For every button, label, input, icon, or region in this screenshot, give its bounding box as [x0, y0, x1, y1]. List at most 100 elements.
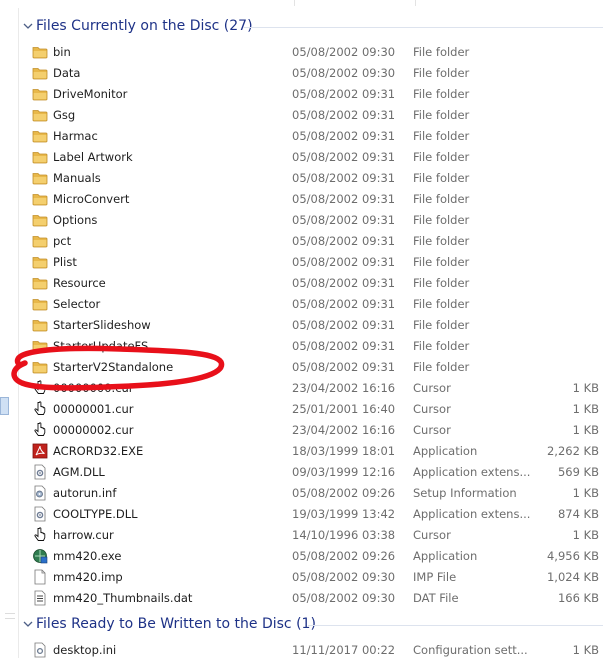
file-type: Application extens...: [413, 465, 531, 479]
file-size: 569 KB: [557, 465, 599, 479]
file-row-bin[interactable]: bin 05/08/2002 09:30 File folder: [30, 42, 603, 63]
file-type: Cursor: [413, 423, 451, 437]
date-modified: 05/08/2002 09:31: [292, 255, 396, 269]
folder-icon: [32, 191, 48, 207]
file-type: File folder: [413, 129, 470, 143]
folder-icon: [32, 149, 48, 165]
file-size: 1 KB: [572, 643, 599, 657]
tree-lines: [5, 613, 15, 623]
group-header-current-files[interactable]: Files Currently on the Disc (27): [18, 16, 603, 38]
group-divider: [243, 27, 603, 28]
file-size: 1,024 KB: [546, 570, 599, 584]
folder-icon: [32, 170, 48, 186]
file-type: File folder: [413, 213, 470, 227]
folder-icon: [32, 233, 48, 249]
file-row-acrord32-exe[interactable]: ACRORD32.EXE 18/03/1999 18:01 Application 2…: [30, 441, 603, 462]
file-row-pct[interactable]: pct 05/08/2002 09:31 File folder: [30, 231, 603, 252]
file-row-starterupdatefs[interactable]: StarterUpdateFS 05/08/2002 09:31 File fold…: [30, 336, 603, 357]
scroll-thumb[interactable]: [0, 397, 9, 415]
file-row-resource[interactable]: Resource 05/08/2002 09:31 File folder: [30, 273, 603, 294]
file-name: StarterUpdateFS: [53, 339, 149, 353]
file-row-mm420-exe[interactable]: mm420.exe 05/08/2002 09:26 Application 4,95…: [30, 546, 603, 567]
chevron-down-icon[interactable]: [23, 619, 33, 629]
file-type: File folder: [413, 360, 470, 374]
date-modified: 05/08/2002 09:31: [292, 276, 396, 290]
top-strip: [0, 0, 603, 8]
file-type: File folder: [413, 234, 470, 248]
date-modified: 05/08/2002 09:31: [292, 87, 396, 101]
folder-icon: [32, 107, 48, 123]
file-name: Gsg: [53, 108, 76, 122]
file-row-selector[interactable]: Selector 05/08/2002 09:31 File folder: [30, 294, 603, 315]
folder-icon: [32, 254, 48, 270]
file-type: Setup Information: [413, 486, 517, 500]
file-name: Harmac: [53, 129, 98, 143]
file-size: 166 KB: [557, 591, 599, 605]
file-row-autorun-inf[interactable]: autorun.inf 05/08/2002 09:26 Setup Informa…: [30, 483, 603, 504]
group-title: Files Currently on the Disc (27): [36, 18, 253, 34]
file-row-mm420-thumbnails-dat[interactable]: mm420_Thumbnails.dat 05/08/2002 09:30 DAT …: [30, 588, 603, 609]
file-name: Plist: [53, 255, 77, 269]
file-type: Cursor: [413, 528, 451, 542]
file-row-options[interactable]: Options 05/08/2002 09:31 File folder: [30, 210, 603, 231]
group-header-pending-files[interactable]: Files Ready to Be Written to the Disc (1…: [18, 614, 603, 636]
file-row-label-artwork[interactable]: Label Artwork 05/08/2002 09:31 File folder: [30, 147, 603, 168]
file-row-starterv2standalone[interactable]: StarterV2Standalone 05/08/2002 09:31 File …: [30, 357, 603, 378]
file-row-agm-dll[interactable]: AGM.DLL 09/03/1999 12:16 Application exten…: [30, 462, 603, 483]
folder-icon: [32, 359, 48, 375]
chevron-down-icon[interactable]: [23, 21, 33, 31]
file-row-00000000-cur[interactable]: 00000000.cur 23/04/2002 16:16 Cursor 1 KB: [30, 378, 603, 399]
file-row-data[interactable]: Data 05/08/2002 09:30 File folder: [30, 63, 603, 84]
file-type: Configuration sett...: [413, 643, 528, 657]
date-modified: 05/08/2002 09:31: [292, 213, 396, 227]
file-row-microconvert[interactable]: MicroConvert 05/08/2002 09:31 File folder: [30, 189, 603, 210]
cursor-file-icon: [32, 527, 48, 543]
file-name: MicroConvert: [53, 192, 130, 206]
date-modified: 05/08/2002 09:31: [292, 129, 396, 143]
file-row-00000001-cur[interactable]: 00000001.cur 25/01/2001 16:40 Cursor 1 KB: [30, 399, 603, 420]
file-name: bin: [53, 45, 71, 59]
file-type: File folder: [413, 255, 470, 269]
file-row-cooltype-dll[interactable]: COOLTYPE.DLL 19/03/1999 13:42 Application …: [30, 504, 603, 525]
folder-icon: [32, 275, 48, 291]
file-row-manuals[interactable]: Manuals 05/08/2002 09:31 File folder: [30, 168, 603, 189]
file-type: IMP File: [413, 570, 457, 584]
file-name: 00000001.cur: [53, 402, 134, 416]
blank-file-icon: [32, 569, 48, 585]
date-modified: 05/08/2002 09:31: [292, 360, 396, 374]
setup-info-icon: [32, 485, 48, 501]
file-row-plist[interactable]: Plist 05/08/2002 09:31 File folder: [30, 252, 603, 273]
file-row-harmac[interactable]: Harmac 05/08/2002 09:31 File folder: [30, 126, 603, 147]
file-row-drivemonitor[interactable]: DriveMonitor 05/08/2002 09:31 File folder: [30, 84, 603, 105]
file-name: harrow.cur: [53, 528, 114, 542]
file-type: File folder: [413, 318, 470, 332]
exe-app-icon: [32, 548, 48, 564]
dll-file-icon: [32, 464, 48, 480]
date-modified: 05/08/2002 09:31: [292, 108, 396, 122]
date-modified: 23/04/2002 16:16: [292, 423, 396, 437]
file-row-starterslideshow[interactable]: StarterSlideshow 05/08/2002 09:31 File fol…: [30, 315, 603, 336]
date-modified: 25/01/2001 16:40: [292, 402, 396, 416]
cursor-file-icon: [32, 401, 48, 417]
file-name: mm420.imp: [53, 570, 123, 584]
date-modified: 11/11/2017 00:22: [292, 643, 396, 657]
config-file-icon: [32, 642, 48, 658]
file-type: File folder: [413, 108, 470, 122]
folder-icon: [32, 65, 48, 81]
file-row-harrow-cur[interactable]: harrow.cur 14/10/1996 03:38 Cursor 1 KB: [30, 525, 603, 546]
file-name: Selector: [53, 297, 101, 311]
date-modified: 05/08/2002 09:30: [292, 591, 396, 605]
date-modified: 19/03/1999 13:42: [292, 507, 396, 521]
file-type: File folder: [413, 297, 470, 311]
file-row-gsg[interactable]: Gsg 05/08/2002 09:31 File folder: [30, 105, 603, 126]
file-row-00000002-cur[interactable]: 00000002.cur 23/04/2002 16:16 Cursor 1 KB: [30, 420, 603, 441]
cursor-file-icon: [32, 380, 48, 396]
file-name: COOLTYPE.DLL: [53, 507, 138, 521]
file-type: File folder: [413, 276, 470, 290]
file-name: autorun.inf: [53, 486, 117, 500]
date-modified: 05/08/2002 09:31: [292, 297, 396, 311]
folder-icon: [32, 86, 48, 102]
file-type: File folder: [413, 87, 470, 101]
date-modified: 05/08/2002 09:31: [292, 150, 396, 164]
file-row-mm420-imp[interactable]: mm420.imp 05/08/2002 09:30 IMP File 1,024 K…: [30, 567, 603, 588]
